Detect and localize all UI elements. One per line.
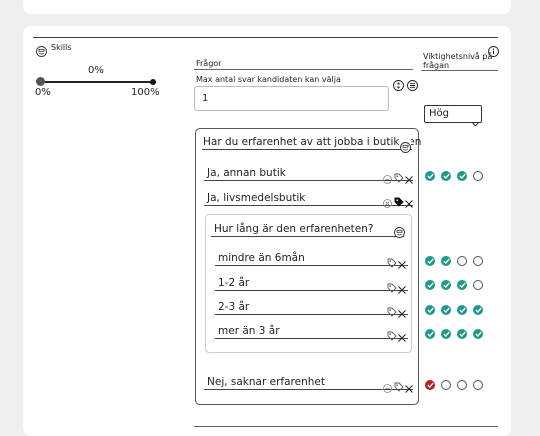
close-icon[interactable] (405, 193, 413, 212)
answer-field[interactable]: Ja, livsmedelsbutik (204, 189, 413, 206)
previous-card (23, 0, 511, 14)
importance-level-4-radio[interactable] (473, 329, 483, 339)
importance-level-4-radio[interactable] (473, 380, 483, 390)
tag-icon[interactable] (387, 278, 397, 297)
answer-label: Ja, livsmedelsbutik (207, 192, 306, 204)
importance-level-2-radio[interactable] (441, 256, 451, 266)
slider-track[interactable] (40, 81, 154, 83)
max-answers-input[interactable]: 1 (194, 86, 389, 111)
importance-level-1-radio[interactable] (425, 380, 435, 390)
close-icon[interactable] (398, 254, 406, 273)
tag-icon[interactable] (387, 302, 397, 321)
answer-field[interactable]: Ja, annan butik (204, 164, 413, 181)
importance-level-1-radio[interactable] (425, 280, 435, 290)
skills-header: Skills (51, 43, 72, 52)
importance-level-4-radio[interactable] (473, 280, 483, 290)
importance-level-1-radio[interactable] (425, 171, 435, 181)
importance-level-3-radio[interactable] (457, 380, 467, 390)
tag-icon[interactable] (394, 168, 404, 187)
importance-level-3-radio[interactable] (457, 171, 467, 181)
tag-icon[interactable] (387, 326, 397, 345)
sub-answer-label: 1-2 år (218, 277, 250, 289)
answer-label: Ja, annan butik (207, 167, 286, 179)
importance-level-3-radio[interactable] (457, 329, 467, 339)
sub-answer-field[interactable]: 1-2 år (215, 274, 408, 291)
sort-arrows-icon[interactable] (393, 76, 404, 91)
answer-field[interactable]: Nej, saknar erfarenhet (204, 373, 413, 390)
tag-icon[interactable] (387, 253, 397, 272)
importance-header-rule (421, 70, 498, 71)
close-icon[interactable] (405, 169, 413, 188)
slider-min-label: 0% (35, 87, 51, 98)
question2-field[interactable]: Hur lång är den erfarenheten? (211, 220, 404, 237)
answer-label: Nej, saknar erfarenhet (207, 376, 325, 388)
emoji-icon (36, 42, 47, 57)
question1-text: Har du erfarenhet av att jobba i butik s… (203, 136, 422, 148)
slider-value-label: 0% (88, 65, 104, 76)
sub-answer-field[interactable]: 2-3 år (215, 298, 408, 315)
importance-level-1-radio[interactable] (425, 256, 435, 266)
question2-text: Hur lång är den erfarenheten? (214, 223, 374, 235)
importance-level-1-radio[interactable] (425, 329, 435, 339)
sub-answer-label: mindre än 6mån (218, 252, 305, 264)
importance-level-3-radio[interactable] (457, 256, 467, 266)
close-icon[interactable] (398, 279, 406, 298)
close-icon[interactable] (405, 378, 413, 397)
importance-level-2-radio[interactable] (441, 329, 451, 339)
minus-circle-icon[interactable] (383, 169, 392, 188)
sub-answer-label: 2-3 år (218, 301, 250, 313)
close-icon[interactable] (398, 303, 406, 322)
minus-circle-icon[interactable] (383, 378, 392, 397)
slider-thumb[interactable] (36, 77, 45, 86)
importance-level-2-radio[interactable] (441, 280, 451, 290)
slider-max-label: 100% (131, 87, 160, 98)
card-top-divider (33, 37, 498, 38)
slider-end-dot (150, 79, 156, 85)
max-answers-value: 1 (202, 93, 209, 104)
importance-level-2-radio[interactable] (441, 171, 451, 181)
emoji-icon[interactable] (400, 138, 411, 153)
importance-header-line2: frågan (423, 61, 450, 70)
importance-select[interactable]: Hög (424, 105, 482, 127)
chevron-down-icon (472, 112, 479, 131)
sub-answer-field[interactable]: mindre än 6mån (215, 249, 408, 266)
importance-level-2-radio[interactable] (441, 380, 451, 390)
clear-circle-icon[interactable] (383, 193, 392, 212)
sub-answer-label: mer än 3 år (218, 325, 280, 337)
importance-level-3-radio[interactable] (457, 280, 467, 290)
questions-header-rule (194, 69, 413, 70)
questions-header: Frågor (196, 59, 222, 68)
tag-icon[interactable] (394, 192, 404, 211)
sub-answer-field[interactable]: mer än 3 år (215, 322, 408, 339)
importance-level-4-radio[interactable] (473, 305, 483, 315)
tag-icon[interactable] (394, 377, 404, 396)
importance-select-value: Hög (429, 108, 449, 119)
importance-level-4-radio[interactable] (473, 256, 483, 266)
card-bottom-divider (194, 426, 498, 427)
importance-level-2-radio[interactable] (441, 305, 451, 315)
importance-level-1-radio[interactable] (425, 305, 435, 315)
emoji-icon[interactable] (394, 223, 405, 238)
importance-header-line1: Viktighetsnivå på (423, 52, 493, 61)
max-answers-label: Max antal svar kandidaten kan välja (196, 75, 341, 84)
importance-level-4-radio[interactable] (473, 171, 483, 181)
list-icon[interactable] (407, 76, 418, 91)
importance-level-3-radio[interactable] (457, 305, 467, 315)
close-icon[interactable] (398, 327, 406, 346)
question1-field[interactable]: Har du erfarenhet av att jobba i butik s… (202, 133, 421, 150)
